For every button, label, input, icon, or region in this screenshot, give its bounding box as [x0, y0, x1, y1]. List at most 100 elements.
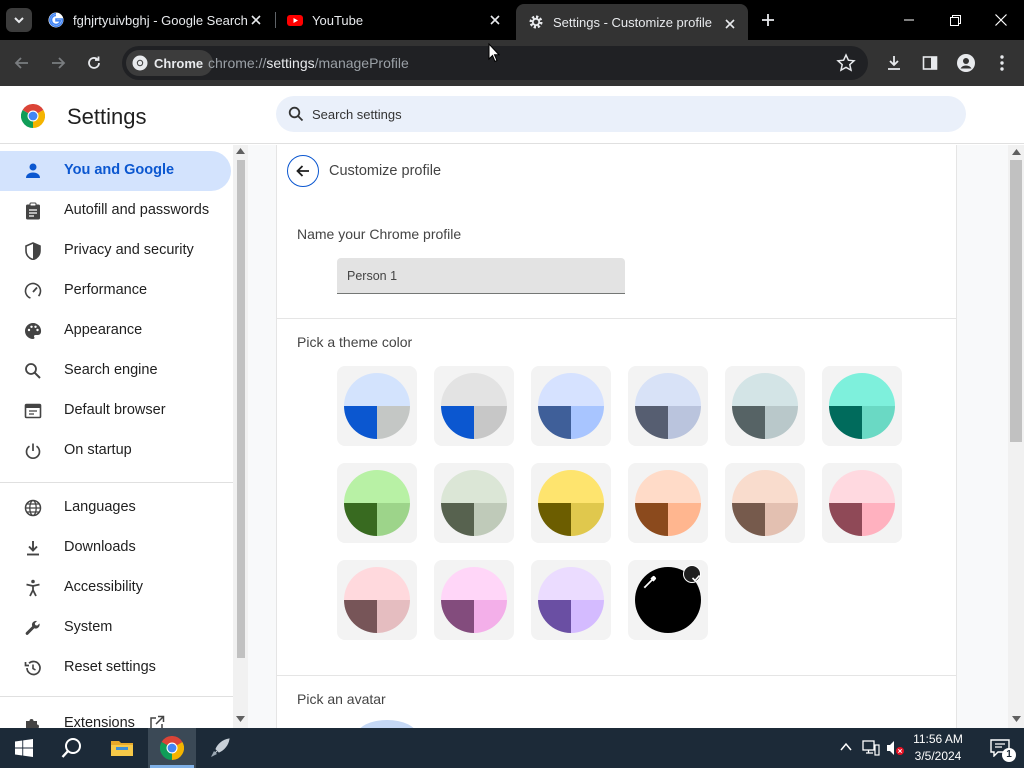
scroll-down-icon[interactable] [236, 716, 245, 722]
back-arrow-button[interactable] [287, 155, 319, 187]
theme-color-swatch[interactable] [628, 463, 708, 543]
sidebar-item-label: Default browser [64, 402, 166, 418]
theme-color-swatch[interactable] [725, 463, 805, 543]
taskbar-app-button[interactable] [196, 728, 244, 768]
bookmark-star-icon[interactable] [836, 53, 856, 73]
avatar-option[interactable] [357, 720, 417, 728]
avatar-label: Pick an avatar [297, 691, 386, 707]
theme-color-swatch[interactable] [434, 463, 514, 543]
back-button[interactable] [10, 51, 34, 75]
scroll-up-icon[interactable] [1012, 149, 1021, 155]
sidebar-item-you-and-google[interactable]: You and Google [0, 151, 231, 191]
scroll-down-icon[interactable] [1012, 716, 1021, 722]
clock-date: 3/5/2024 [914, 749, 962, 763]
arrow-left-icon [296, 165, 309, 177]
reload-button[interactable] [82, 51, 106, 75]
notifications-button[interactable]: 1 [976, 728, 1024, 768]
minimize-button[interactable] [886, 0, 932, 40]
theme-color-swatch[interactable] [725, 366, 805, 446]
theme-color-swatch[interactable] [531, 560, 611, 640]
scroll-up-icon[interactable] [236, 148, 245, 154]
theme-color-swatch[interactable] [531, 463, 611, 543]
swatch-top-half [441, 373, 507, 406]
sidebar-item-extensions[interactable]: Extensions [0, 704, 231, 728]
sidebar-item-languages[interactable]: Languages [0, 488, 231, 528]
settings-search[interactable] [276, 96, 966, 132]
theme-color-swatch[interactable] [337, 560, 417, 640]
close-tab-button[interactable] [248, 12, 264, 28]
search-input[interactable] [312, 106, 912, 122]
close-icon [490, 15, 500, 25]
sidebar-item-on-startup[interactable]: On startup [0, 431, 231, 471]
site-chip[interactable]: Chrome [126, 50, 214, 76]
close-tab-button[interactable] [487, 12, 503, 28]
theme-color-swatch[interactable] [337, 463, 417, 543]
swatch-bottom-left [344, 503, 377, 536]
chrome-logo-icon [160, 736, 184, 760]
profile-button[interactable] [955, 52, 977, 74]
sidebar-item-label: Reset settings [64, 659, 156, 675]
sidebar-item-reset-settings[interactable]: Reset settings [0, 648, 231, 688]
file-explorer-button[interactable] [98, 728, 146, 768]
sidebar-item-label: Performance [64, 282, 148, 298]
sidebar-scrollbar-thumb[interactable] [237, 160, 245, 658]
swatch-top-half [829, 470, 895, 503]
profile-name-input[interactable] [337, 258, 625, 294]
sidebar-item-privacy[interactable]: Privacy and security [0, 231, 231, 271]
new-tab-button[interactable] [758, 10, 778, 30]
taskbar-search-button[interactable] [48, 728, 96, 768]
theme-color-swatch[interactable] [628, 366, 708, 446]
page-scrollbar-thumb[interactable] [1010, 160, 1022, 442]
sidebar-item-system[interactable]: System [0, 608, 231, 648]
network-icon[interactable] [862, 740, 880, 756]
system-clock[interactable]: 11:56 AM 3/5/2024 [906, 731, 970, 765]
chevron-up-icon[interactable] [840, 742, 852, 752]
swatch-bottom-left [732, 406, 765, 439]
tab-settings[interactable]: Settings - Customize profile [516, 4, 748, 40]
theme-color-circle [829, 373, 895, 439]
theme-color-circle [344, 567, 410, 633]
sidebar-item-search-engine[interactable]: Search engine [0, 351, 231, 391]
taskbar-chrome-button[interactable] [148, 728, 196, 768]
mouse-cursor-icon [488, 43, 500, 63]
google-icon [48, 12, 64, 28]
theme-color-swatch[interactable] [434, 366, 514, 446]
theme-color-swatch[interactable] [531, 366, 611, 446]
sidebar-item-accessibility[interactable]: Accessibility [0, 568, 231, 608]
sidebar-item-autofill[interactable]: Autofill and passwords [0, 191, 231, 231]
menu-button[interactable] [991, 52, 1013, 74]
gear-icon [529, 15, 543, 29]
downloads-button[interactable] [883, 52, 905, 74]
swatch-bottom-right [765, 406, 798, 439]
tab-youtube[interactable]: YouTube [275, 0, 513, 40]
swatch-top-half [538, 567, 604, 600]
volume-muted-icon[interactable] [886, 740, 906, 756]
sidebar-item-downloads[interactable]: Downloads [0, 528, 231, 568]
tab-search-button[interactable] [6, 8, 32, 32]
tab-google-search[interactable]: fghjrtyuivbghj - Google Search [36, 0, 274, 40]
chevron-down-icon [14, 17, 24, 24]
theme-color-swatch[interactable] [434, 560, 514, 640]
theme-color-circle [441, 470, 507, 536]
theme-color-swatch[interactable] [822, 463, 902, 543]
sidebar-item-default-browser[interactable]: Default browser [0, 391, 231, 431]
swatch-bottom-right [862, 406, 895, 439]
theme-color-swatch[interactable] [822, 366, 902, 446]
swatch-bottom-left [344, 406, 377, 439]
close-tab-button[interactable] [722, 16, 738, 32]
theme-color-swatch[interactable] [337, 366, 417, 446]
sidebar-item-appearance[interactable]: Appearance [0, 311, 231, 351]
theme-color-circle [538, 373, 604, 439]
restore-button[interactable] [932, 0, 978, 40]
power-icon [25, 443, 41, 460]
notification-count-badge: 1 [1002, 748, 1016, 762]
sidebar-item-performance[interactable]: Performance [0, 271, 231, 311]
start-button[interactable] [0, 728, 48, 768]
custom-color-swatch[interactable] [628, 560, 708, 640]
palette-icon [25, 322, 42, 339]
swatch-bottom-right [474, 503, 507, 536]
side-panel-button[interactable] [919, 52, 941, 74]
close-window-button[interactable] [978, 0, 1024, 40]
plus-icon [762, 14, 774, 26]
forward-button[interactable] [46, 51, 70, 75]
